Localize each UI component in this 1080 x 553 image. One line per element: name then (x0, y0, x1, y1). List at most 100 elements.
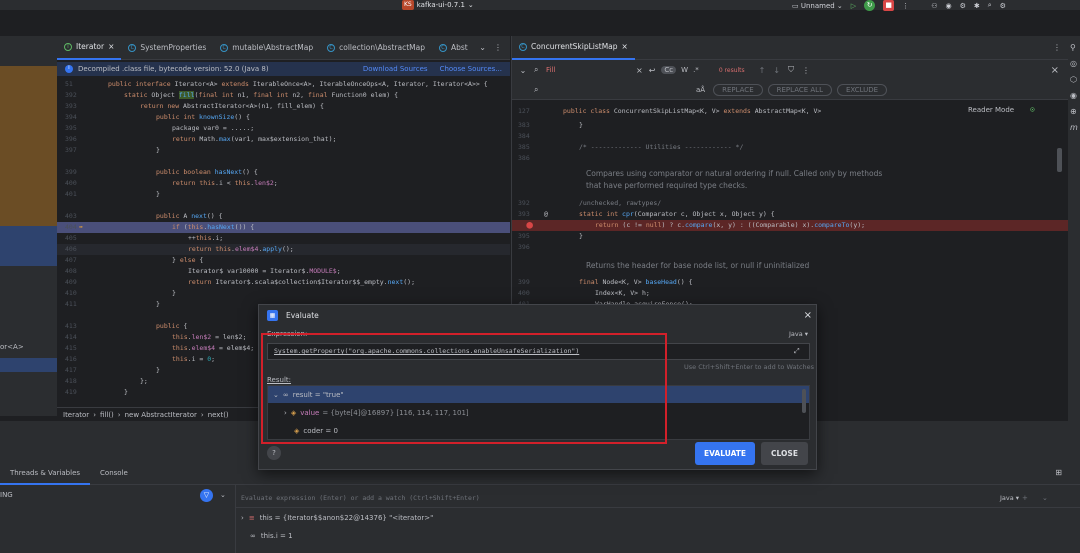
find-input[interactable]: Fill (546, 66, 636, 74)
chevron-down-icon: ⌄ (467, 1, 474, 9)
words-toggle[interactable]: W (681, 66, 688, 74)
watch-icon: ∞ (282, 390, 289, 399)
people-icon[interactable]: ⚇ (931, 2, 937, 10)
match-case-toggle[interactable]: Cc (661, 66, 677, 74)
variable-row[interactable]: ∞ this.i = 1 (250, 532, 293, 540)
more-icon[interactable]: ⋮ (494, 43, 502, 52)
result-value-row[interactable]: › ◈ value = {byte[4]@16897} [116, 114, 1… (268, 404, 809, 421)
filter-icon[interactable]: ⛉ (788, 65, 794, 75)
layout-icon[interactable]: ⊞ (1055, 468, 1080, 477)
evaluate-input[interactable]: Evaluate expression (Enter) or add a wat… (241, 494, 480, 502)
clear-icon[interactable]: × (636, 66, 643, 75)
choose-sources-link[interactable]: Choose Sources... (440, 65, 502, 73)
more-icon[interactable]: ⋮ (1053, 43, 1069, 52)
tab-iterator[interactable]: I Iterator × (57, 36, 122, 60)
tab-collection-abstractmap[interactable]: Ccollection\AbstractMap (320, 36, 432, 60)
chevron-down-icon[interactable]: ⌄ (1042, 494, 1048, 502)
breadcrumb-item[interactable]: fill() (100, 411, 114, 419)
results-count: 0 results (718, 66, 745, 74)
inspection-ok-icon: ⊙ (1030, 105, 1035, 114)
run-config-selector[interactable]: ▭ Unnamed ⌄ (792, 2, 843, 10)
language-selector[interactable]: Java ▾ (789, 330, 808, 338)
tab-systemproperties[interactable]: C SystemProperties (121, 36, 213, 60)
build-icon[interactable]: ⚙ (960, 2, 966, 10)
tab-threads-variables[interactable]: Threads & Variables (0, 461, 91, 485)
project-selector[interactable]: KS kafka-ui-0.7.1 ⌄ (402, 0, 474, 10)
selected-tree-item[interactable] (0, 226, 57, 266)
close-find-icon[interactable]: × (1051, 65, 1069, 76)
info-icon: i (65, 65, 73, 73)
expand-icon[interactable]: ⤢ (794, 347, 800, 356)
close-icon[interactable]: × (108, 42, 114, 51)
breadcrumb-item[interactable]: next() (208, 411, 229, 419)
chevron-right-icon[interactable]: › (284, 409, 287, 417)
result-root-row[interactable]: ⌄ ∞ result = "true" (268, 386, 809, 403)
class-icon: C (128, 43, 137, 52)
replace-button[interactable]: REPLACE (713, 84, 763, 96)
plugin-icon[interactable]: ◉ (945, 2, 951, 10)
class-icon: C (327, 43, 336, 52)
reader-mode-toggle[interactable]: Reader Mode (968, 106, 1014, 114)
rerun-icon[interactable]: ↻ (864, 0, 876, 11)
close-icon[interactable]: × (622, 42, 628, 51)
language-selector[interactable]: Java ▾ (1000, 494, 1019, 502)
breadcrumb-item[interactable]: Iterator (63, 411, 89, 419)
stop-icon[interactable]: ■ (883, 0, 895, 11)
variable-row[interactable]: › ≡ this = {Iterator$$anon$22@14376} "<ite… (241, 514, 433, 522)
expand-icon[interactable]: ⌄ (512, 66, 534, 75)
selected-project-node[interactable] (0, 66, 57, 226)
download-sources-link[interactable]: Download Sources (363, 65, 428, 73)
chevron-down-icon[interactable]: ⌄ (220, 491, 226, 499)
database-icon[interactable]: ◎ (1070, 56, 1078, 72)
expression-label: Expression: (267, 330, 308, 338)
filter-icon[interactable]: ▽ (200, 489, 213, 502)
tab-mutable-abstractmap[interactable]: Cmutable\AbstractMap (213, 36, 320, 60)
breadcrumb-item[interactable]: new AbstractIterator (125, 411, 197, 419)
project-name: kafka-ui-0.7.1 (416, 1, 465, 9)
prev-match-icon[interactable]: ↑ (759, 66, 766, 75)
watch-icon: ∞ (250, 532, 256, 540)
bug-icon[interactable]: ✱ (974, 2, 980, 10)
help-button[interactable]: ? (267, 446, 281, 460)
close-icon[interactable]: × (804, 310, 818, 321)
history-icon[interactable]: ↩ (649, 66, 656, 75)
close-button[interactable]: CLOSE (761, 442, 808, 465)
notifications-icon[interactable]: ⚲ (1070, 40, 1078, 56)
interface-icon: I (64, 42, 72, 51)
tab-list-icon[interactable]: ⌄ (479, 43, 486, 52)
debug-icon[interactable]: ▷ (851, 2, 856, 10)
doc-comment: that have performed required type checks… (586, 181, 748, 190)
more-icon[interactable]: ⋮ (902, 2, 909, 10)
exclude-button[interactable]: EXCLUDE (836, 84, 888, 96)
web-icon[interactable]: ⊕ (1070, 104, 1078, 120)
chevron-down-icon[interactable]: ⌄ (273, 391, 279, 399)
search-icon[interactable]: ⌕ (988, 1, 992, 10)
decompiled-banner: i Decompiled .class file, bytecode versi… (57, 62, 510, 76)
gradle-icon[interactable]: ⬡ (1070, 72, 1078, 88)
tab-concurrentskiplistmap[interactable]: C ConcurrentSkipListMap × (512, 36, 635, 60)
tree-item-selected[interactable] (0, 358, 57, 372)
thread-state[interactable]: ING (0, 491, 13, 499)
settings-icon[interactable]: ⚙ (1000, 2, 1006, 10)
preserve-case-toggle[interactable]: aÅ (696, 86, 705, 94)
execution-arrow-icon: ➡ (79, 223, 83, 231)
m-icon[interactable]: m (1070, 120, 1078, 136)
expression-input[interactable]: System.getProperty("org.apache.commons.c… (267, 343, 810, 360)
result-coder-row[interactable]: ◈ coder = 0 (268, 422, 809, 439)
evaluate-button[interactable]: EVALUATE (695, 442, 755, 465)
scrollbar[interactable] (802, 389, 806, 413)
replace-all-button[interactable]: REPLACE ALL (767, 84, 832, 96)
plugin-icon[interactable]: ◉ (1070, 88, 1078, 104)
regex-toggle[interactable]: .* (693, 66, 699, 74)
tree-item-truncated[interactable]: or<A> (0, 343, 24, 351)
add-watch-icon[interactable]: + (1022, 494, 1028, 502)
next-match-icon[interactable]: ↓ (773, 66, 780, 75)
breakpoint-icon[interactable]: ⬤ (526, 220, 533, 231)
tab-abst[interactable]: C Abst (432, 36, 475, 60)
tab-console[interactable]: Console (90, 461, 138, 485)
editor-tabs-left: I Iterator × C SystemProperties Cmutable\Ab… (57, 36, 510, 60)
more-icon[interactable]: ⋮ (802, 66, 810, 75)
scrollbar[interactable] (1057, 148, 1062, 172)
watches-hint: Use Ctrl+Shift+Enter to add to Watches (684, 363, 815, 371)
replace-icon: ⌕ (534, 85, 539, 94)
